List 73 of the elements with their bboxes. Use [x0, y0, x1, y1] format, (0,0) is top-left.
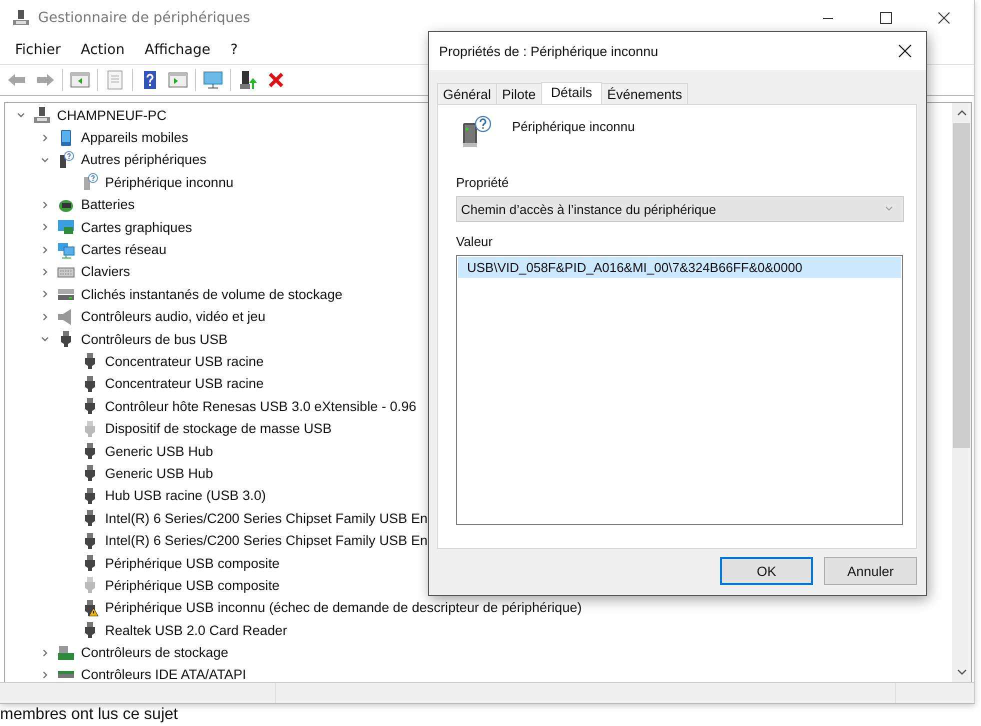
tree-item[interactable]: Contrôleur hôte Renesas USB 3.0 eXtensible - 0.96: [105, 398, 416, 414]
menu-item[interactable]: Action: [80, 42, 125, 58]
tree-item[interactable]: Contrôleurs audio, vidéo et jeu: [81, 309, 266, 324]
window-title: Gestionnaire de périphériques: [38, 10, 250, 26]
property-dropdown[interactable]: Chemin d’accès à l’instance du périphérique: [456, 196, 904, 222]
tree-item[interactable]: Intel(R) 6 Series/C200 Series Chipset Family USB En: [105, 510, 428, 526]
close-icon[interactable]: [898, 44, 912, 58]
menu-item[interactable]: ?: [230, 42, 238, 58]
tree-item[interactable]: Périphérique inconnu: [105, 174, 234, 190]
scroll-down-icon[interactable]: [956, 668, 966, 676]
tree-item[interactable]: Dispositif de stockage de masse USB: [105, 421, 332, 436]
ok-button[interactable]: OK: [720, 557, 813, 585]
tree-item[interactable]: Batteries: [81, 197, 135, 212]
forum-text: membres ont lus ce sujet: [0, 705, 178, 725]
update-icon[interactable]: [237, 69, 259, 91]
unknown-device-icon: [81, 173, 99, 192]
expand-chevron-icon[interactable]: [41, 268, 49, 276]
scrollbar[interactable]: [952, 103, 971, 682]
computer-icon: [33, 106, 51, 124]
network-icon: [57, 240, 75, 259]
value-label: Valeur: [456, 234, 494, 249]
tree-item[interactable]: Périphérique USB composite: [105, 578, 280, 593]
tab[interactable]: Détails: [540, 82, 602, 104]
monitor-icon: [57, 218, 75, 236]
dialog-title: Propriétés de : Périphérique inconnu: [439, 44, 658, 58]
tree-item[interactable]: Hub USB racine (USB 3.0): [105, 488, 266, 504]
expand-chevron-icon[interactable]: [41, 200, 49, 209]
expand-chevron-icon[interactable]: [41, 670, 49, 679]
tree-item[interactable]: Périphérique USB composite: [105, 556, 280, 570]
menu-item[interactable]: Affichage: [144, 42, 210, 58]
expand-chevron-icon[interactable]: [41, 290, 49, 298]
collapse-chevron-icon[interactable]: [17, 111, 25, 120]
tree-item[interactable]: Claviers: [81, 264, 130, 280]
expand-chevron-icon[interactable]: [41, 312, 49, 321]
scroll-up-icon[interactable]: [956, 109, 966, 117]
list-item[interactable]: USB\VID_058F&PID_A016&MI_00\7&324B66FF&0&0000: [458, 257, 901, 278]
tree-item[interactable]: Clichés instantanés de volume de stockage: [81, 286, 342, 302]
tree-item[interactable]: Appareils mobiles: [81, 130, 188, 146]
tree-item[interactable]: Realtek USB 2.0 Card Reader: [105, 622, 288, 638]
expand-chevron-icon[interactable]: [41, 648, 49, 657]
tree-item[interactable]: CHAMPNEUF-PC: [57, 108, 167, 123]
tree-item[interactable]: Concentrateur USB racine: [105, 376, 264, 392]
unknown-device-icon: [57, 150, 75, 169]
monitor-icon[interactable]: [202, 69, 224, 91]
storage-controller-icon: [57, 644, 75, 662]
unknown-device-icon: [460, 115, 494, 149]
collapse-chevron-icon[interactable]: [41, 335, 49, 344]
tree-item[interactable]: Contrôleurs de stockage: [81, 645, 228, 660]
tree-item[interactable]: Cartes graphiques: [81, 220, 192, 235]
tree-item[interactable]: Contrôleurs IDE ATA/ATAPI: [81, 667, 246, 682]
tree-item[interactable]: Concentrateur USB racine: [105, 354, 264, 369]
tree-item[interactable]: Cartes réseau: [81, 242, 166, 258]
tree-item[interactable]: Intel(R) 6 Series/C200 Series Chipset Family USB En: [105, 533, 428, 548]
tab[interactable]: Événements: [601, 83, 688, 104]
scrollbar-thumb[interactable]: [953, 123, 970, 448]
expand-chevron-icon[interactable]: [41, 223, 49, 232]
expand-chevron-icon[interactable]: [41, 134, 49, 142]
tree-item[interactable]: Périphérique USB inconnu (échec de demande de descripteur de périphérique): [105, 600, 582, 616]
computer-icon: [12, 9, 30, 27]
property-label: Propriété: [456, 175, 510, 190]
tree-item[interactable]: Generic USB Hub: [105, 444, 214, 459]
expand-chevron-icon[interactable]: [41, 246, 49, 254]
tree-item[interactable]: Contrôleurs de bus USB: [81, 332, 228, 347]
tree-item[interactable]: Autres périphériques: [81, 152, 206, 168]
cancel-button[interactable]: Annuler: [824, 557, 917, 585]
device-name: Périphérique inconnu: [512, 118, 635, 134]
close-icon[interactable]: [938, 12, 950, 24]
maximize-icon[interactable]: [880, 12, 892, 24]
tree-item[interactable]: Generic USB Hub: [105, 466, 214, 481]
menu-item[interactable]: Fichier: [15, 42, 61, 58]
tab[interactable]: Général: [437, 83, 498, 104]
collapse-chevron-icon[interactable]: [41, 156, 49, 164]
caret-icon: [885, 206, 893, 212]
